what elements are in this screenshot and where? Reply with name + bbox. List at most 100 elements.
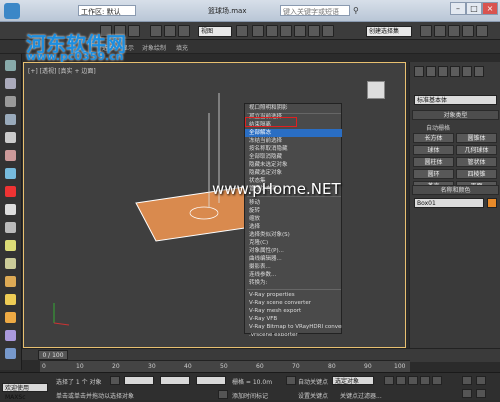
graph-icon[interactable]	[5, 222, 16, 233]
workspace-dropdown[interactable]: 工作区: 默认	[78, 5, 136, 16]
z-coordinate-field[interactable]	[196, 376, 226, 385]
category-dropdown[interactable]: 标准基本体	[414, 95, 497, 105]
light-icon[interactable]	[5, 240, 16, 251]
go-to-end-icon[interactable]	[432, 376, 442, 385]
tab-object-paint[interactable]: 对象绘制	[142, 43, 166, 52]
utilities-tab-icon[interactable]	[474, 66, 484, 77]
zoom-icon[interactable]	[462, 376, 472, 385]
schematic-view-icon[interactable]	[434, 25, 446, 37]
object-type-rollout[interactable]: 对象类型	[412, 110, 499, 120]
tool-icon[interactable]	[5, 168, 16, 179]
menu-item-curve-editor[interactable]: 曲线编辑器...	[245, 255, 342, 263]
selected-object-dropdown[interactable]: 选定对象	[332, 376, 374, 385]
menu-item-rotate[interactable]: 旋转	[245, 207, 342, 215]
x-coordinate-field[interactable]	[124, 376, 154, 385]
menu-item-vray-mesh-export[interactable]: V-Ray mesh export	[245, 307, 342, 315]
pyramid-button[interactable]: 四棱锥	[456, 169, 497, 179]
next-frame-icon[interactable]	[420, 376, 430, 385]
autokey-button[interactable]: 自动关键点	[298, 377, 328, 386]
unlink-icon[interactable]	[5, 96, 16, 107]
reference-coord-dropdown[interactable]: 视图	[198, 26, 232, 37]
hierarchy-tab-icon[interactable]	[438, 66, 448, 77]
perspective-viewport[interactable]: [+] [透视] [真实 + 边面]	[23, 62, 406, 348]
undo-icon[interactable]	[5, 60, 16, 71]
set-key-button[interactable]: 设置关键点	[298, 391, 328, 400]
pivot-icon[interactable]	[236, 25, 248, 37]
material-editor-icon[interactable]	[448, 25, 460, 37]
tube-button[interactable]: 管状体	[456, 157, 497, 167]
display-tab-icon[interactable]	[462, 66, 472, 77]
helper-icon[interactable]	[5, 276, 16, 287]
time-slider-thumb[interactable]: 0 / 100	[38, 350, 68, 360]
selection-set-dropdown[interactable]: 创建选择集	[366, 26, 412, 37]
time-slider[interactable]: 0 / 100	[22, 348, 500, 360]
play-icon[interactable]	[408, 376, 418, 385]
render-frame-icon[interactable]	[5, 204, 16, 215]
track-bar[interactable]: 0 10 20 30 40 50 60 70 80 90 100	[40, 360, 410, 372]
script-icon[interactable]	[5, 330, 16, 341]
menu-item-vrscene-exporter[interactable]: .vrscene exporter	[245, 331, 342, 336]
move-icon[interactable]	[150, 25, 162, 37]
menu-item-vray-vfb[interactable]: V-Ray VFB	[245, 315, 342, 323]
search-input[interactable]: 键入关键字或短语	[280, 5, 350, 16]
autogrid-checkbox[interactable]: 自动栅格	[426, 123, 450, 132]
menu-item-clone[interactable]: 克隆(C)	[245, 239, 342, 247]
sphere-button[interactable]: 球体	[413, 145, 454, 155]
motion-tab-icon[interactable]	[450, 66, 460, 77]
geosphere-button[interactable]: 几何球体	[456, 145, 497, 155]
menu-item-scale[interactable]: 缩放	[245, 215, 342, 223]
app-logo-icon[interactable]	[4, 3, 20, 19]
menu-item-hide-selected[interactable]: 隐藏选定对象	[245, 169, 342, 177]
menu-item-wire-parameters[interactable]: 连线参数...	[245, 271, 342, 279]
layer-icon[interactable]	[5, 132, 16, 143]
rect-selection-icon[interactable]	[128, 25, 140, 37]
rotate-icon[interactable]	[164, 25, 176, 37]
menu-item-vray-properties[interactable]: V-Ray properties	[245, 291, 342, 299]
menu-item-convert-to[interactable]: 转换为:	[245, 279, 342, 287]
system-icon[interactable]	[5, 312, 16, 323]
scene-explorer-icon[interactable]	[5, 150, 16, 161]
material-icon[interactable]	[5, 186, 16, 197]
menu-item-unfreeze-all[interactable]: 全部解冻	[245, 129, 342, 137]
link-icon[interactable]	[5, 78, 16, 89]
spinner-snap-icon[interactable]	[294, 25, 306, 37]
maxscript-listener[interactable]: 欢迎使用 MAXSc	[2, 383, 48, 401]
menu-item-unhide-all[interactable]: 全部取消隐藏	[245, 153, 342, 161]
render-setup-icon[interactable]	[462, 25, 474, 37]
curve-editor-icon[interactable]	[420, 25, 432, 37]
camera-icon[interactable]	[5, 258, 16, 269]
menu-item-dope-sheet[interactable]: 摄影表...	[245, 263, 342, 271]
render-icon[interactable]	[476, 25, 488, 37]
name-color-rollout[interactable]: 名称和颜色	[412, 185, 499, 195]
maximize-button[interactable]: □	[466, 2, 482, 15]
torus-button[interactable]: 圆环	[413, 169, 454, 179]
space-warp-icon[interactable]	[5, 294, 16, 305]
key-filters-button[interactable]: 关键点过滤器...	[340, 391, 382, 400]
cylinder-button[interactable]: 圆柱体	[413, 157, 454, 167]
menu-item-unhide-by-name[interactable]: 按名称取消隐藏	[245, 145, 342, 153]
menu-item-freeze[interactable]: 冻结当前选择	[245, 137, 342, 145]
add-time-tag[interactable]: 添加时间标记	[232, 391, 268, 400]
minimize-button[interactable]: –	[450, 2, 466, 15]
prev-frame-icon[interactable]	[396, 376, 406, 385]
scale-icon[interactable]	[178, 25, 190, 37]
orbit-icon[interactable]	[462, 389, 472, 398]
align-icon[interactable]	[322, 25, 334, 37]
time-tag-icon[interactable]	[218, 390, 228, 399]
snap-icon[interactable]	[252, 25, 264, 37]
object-color-swatch[interactable]	[487, 198, 497, 208]
go-to-start-icon[interactable]	[384, 376, 394, 385]
menu-item-hide-unselected[interactable]: 隐藏未选定对象	[245, 161, 342, 169]
autokey-icon[interactable]	[286, 376, 296, 385]
angle-snap-icon[interactable]	[266, 25, 278, 37]
box-button[interactable]: 长方体	[413, 133, 454, 143]
menu-item-select-similar[interactable]: 选择类似对象(S)	[245, 231, 342, 239]
bind-icon[interactable]	[5, 114, 16, 125]
percent-snap-icon[interactable]	[280, 25, 292, 37]
cone-button[interactable]: 圆锥体	[456, 133, 497, 143]
mirror-icon[interactable]	[308, 25, 320, 37]
menu-item-object-properties[interactable]: 对象属性(P)...	[245, 247, 342, 255]
y-coordinate-field[interactable]	[160, 376, 190, 385]
tab-populate[interactable]: 填充	[176, 43, 188, 52]
menu-item-move[interactable]: 移动	[245, 199, 342, 207]
